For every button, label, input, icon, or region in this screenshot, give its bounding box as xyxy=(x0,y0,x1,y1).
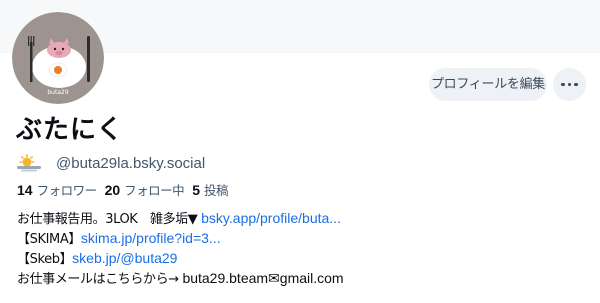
avatar[interactable]: buta29 xyxy=(12,12,104,104)
handle[interactable]: @buta29la.bsky.social xyxy=(56,155,205,172)
followers-label: フォロワー xyxy=(36,182,98,198)
bio-line: 【Skeb】skeb.jp/@buta29 xyxy=(17,248,587,268)
bio-line: お仕事報告用。3LOK 雑多垢▼ bsky.app/profile/buta..… xyxy=(17,208,587,228)
handle-row: @buta29la.bsky.social xyxy=(16,153,205,173)
bio-link-skeb[interactable]: skeb.jp/@buta29 xyxy=(72,250,177,266)
profile-page: buta29 プロフィールを編集 ぶたにく @buta29la.bsky.soc… xyxy=(0,0,600,303)
bio-line: お仕事メールはこちらから→ buta29.bteam✉gmail.com xyxy=(17,268,587,288)
stats-row: 14 フォロワー 20 フォロー中 5 投稿 xyxy=(17,179,236,199)
posts-count: 5 xyxy=(192,181,200,198)
bio-line: 【SKIMA】skima.jp/profile?id=3... xyxy=(17,228,587,248)
posts-label: 投稿 xyxy=(203,182,229,198)
sun-behind-cloud-icon xyxy=(17,154,41,172)
bio-link-alt-account[interactable]: bsky.app/profile/buta... xyxy=(201,210,341,226)
bio-text: 【SKIMA】 xyxy=(17,232,81,247)
edit-profile-button[interactable]: プロフィールを編集 xyxy=(429,68,547,101)
display-name: ぶたにく xyxy=(16,115,124,145)
bio-text: 【Skeb】 xyxy=(17,252,73,267)
bio-link-skima[interactable]: skima.jp/profile?id=3... xyxy=(81,230,221,246)
profile-bio: お仕事報告用。3LOK 雑多垢▼ bsky.app/profile/buta..… xyxy=(17,208,587,288)
avatar-label: buta29 xyxy=(47,89,68,96)
more-options-button[interactable] xyxy=(553,68,586,101)
bio-text: お仕事報告用。3LOK 雑多垢▼ xyxy=(17,212,202,227)
followers-stat[interactable]: 14 フォロワー xyxy=(17,180,97,199)
bio-email: buta29.bteam✉gmail.com xyxy=(182,270,344,286)
bio-text: お仕事メールはこちらから→ xyxy=(17,272,183,287)
posts-stat: 5 投稿 xyxy=(192,180,228,199)
following-stat[interactable]: 20 フォロー中 xyxy=(105,180,185,199)
followers-count: 14 xyxy=(17,181,33,198)
ellipsis-icon xyxy=(561,82,565,87)
following-count: 20 xyxy=(104,181,121,198)
following-label: フォロー中 xyxy=(124,182,185,198)
